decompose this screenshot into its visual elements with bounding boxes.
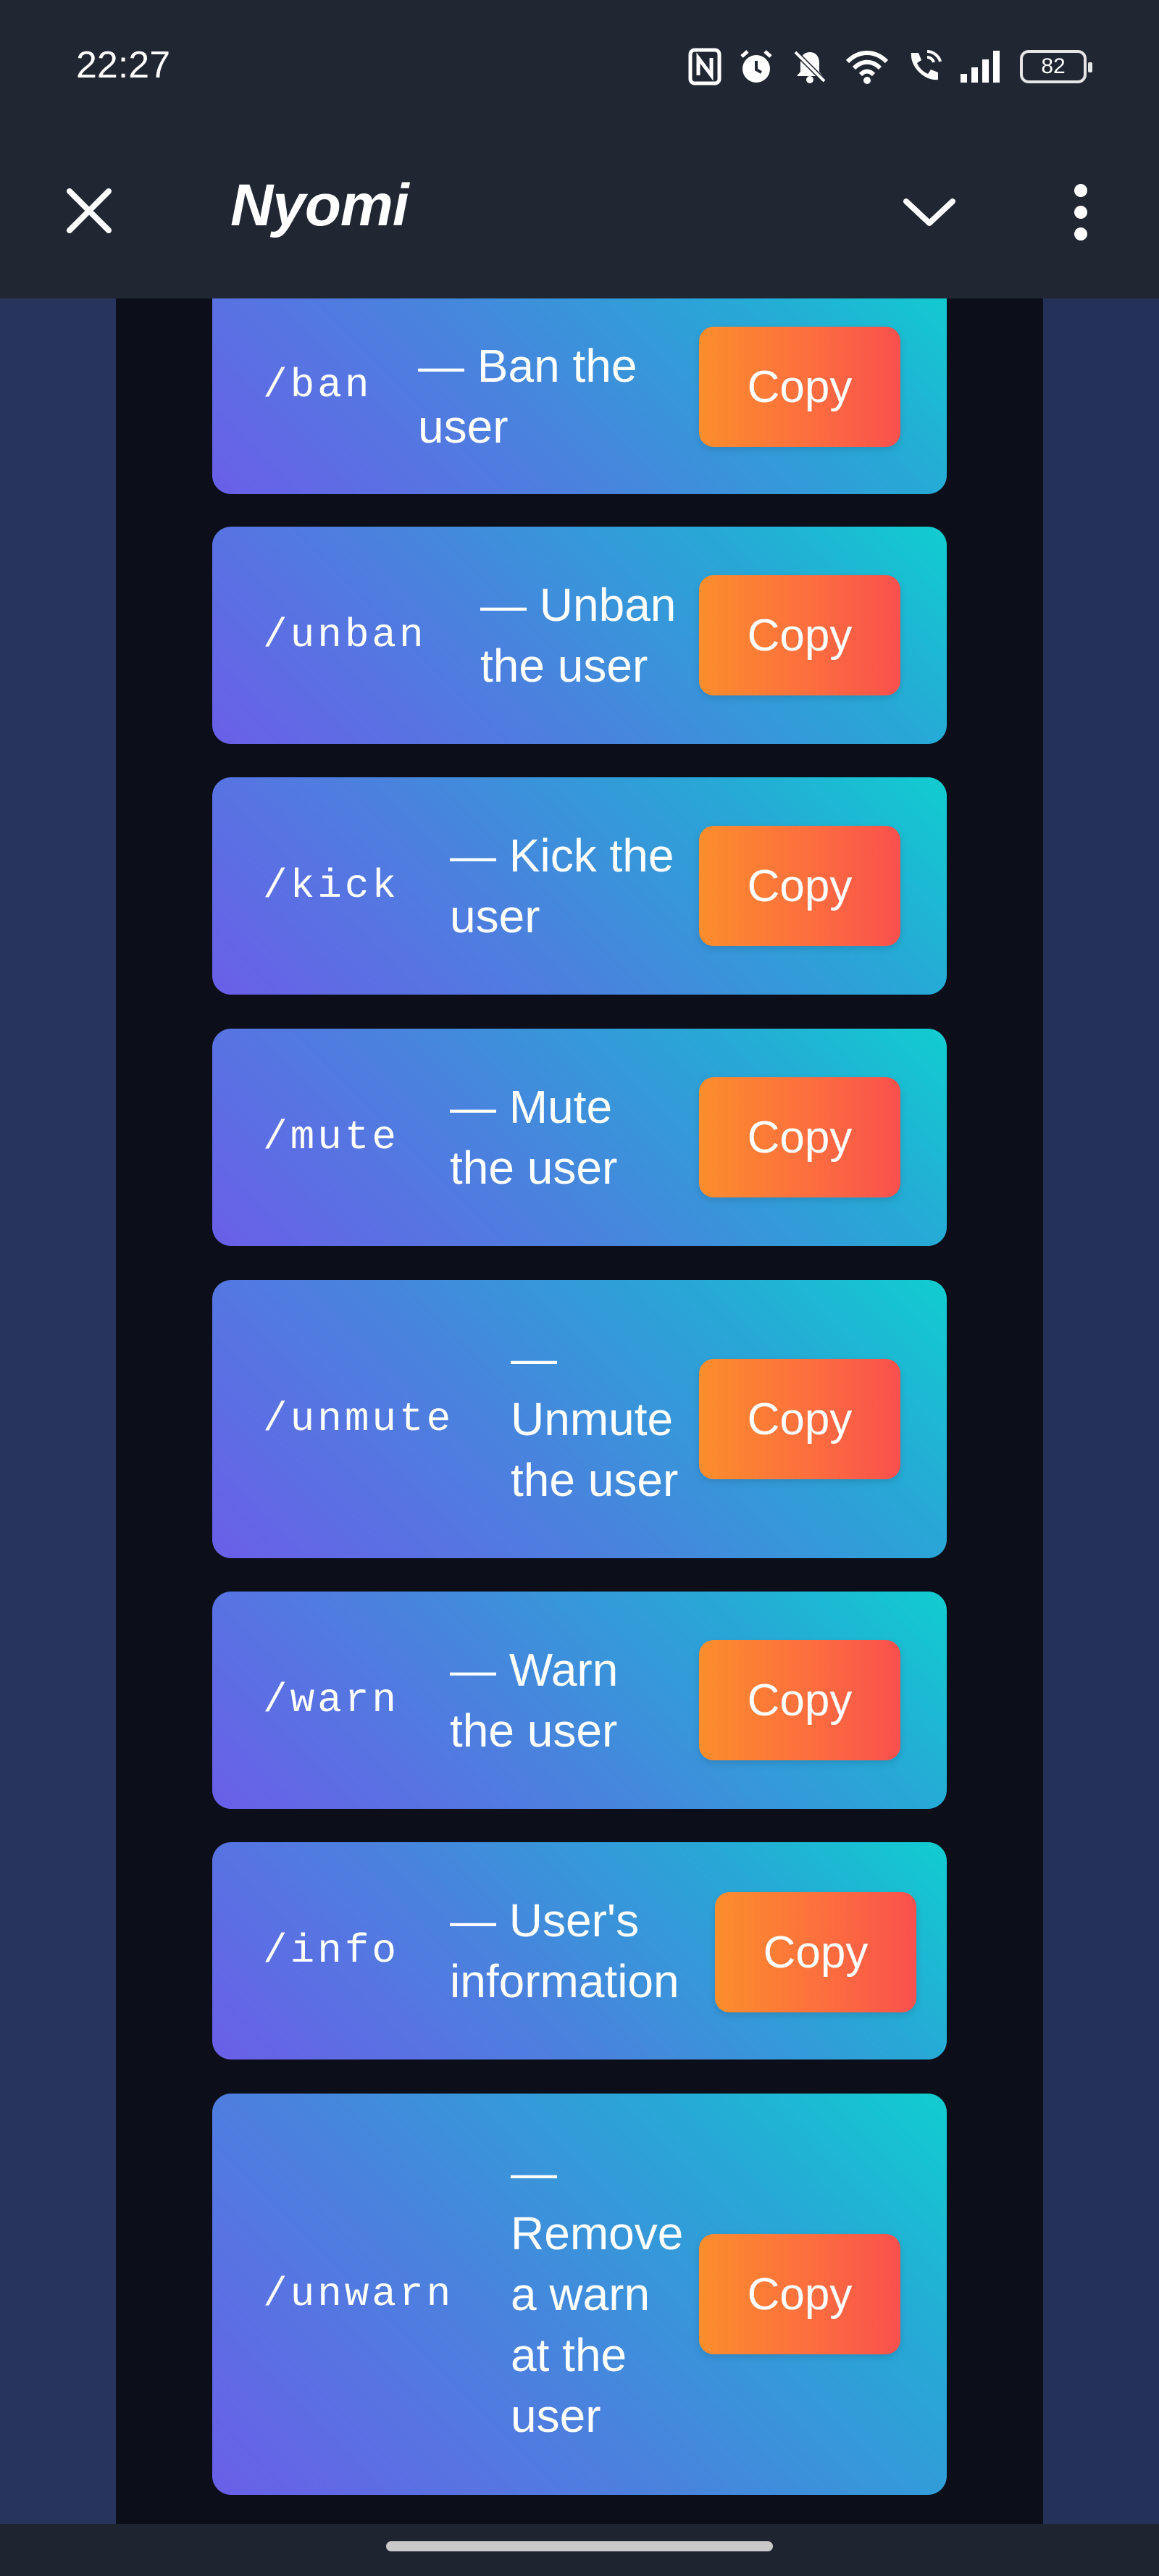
copy-button[interactable]: Copy — [699, 2234, 900, 2354]
wifi-call-icon — [905, 49, 943, 85]
status-icons: 82 — [688, 45, 1092, 88]
command-text: /mute — [263, 1114, 400, 1161]
copy-button[interactable]: Copy — [699, 327, 900, 447]
alarm-icon — [737, 48, 775, 85]
command-description: — Ban the user — [418, 340, 637, 453]
command-card-ban: /ban — Ban the user Copy — [212, 298, 947, 494]
command-text: /unwarn — [263, 2271, 454, 2317]
copy-button[interactable]: Copy — [715, 1892, 916, 2012]
command-text: /warn — [263, 1677, 400, 1723]
command-card-unmute: /unmute — Unmute the user Copy — [212, 1280, 947, 1558]
app-title: Nyomi — [230, 172, 409, 238]
copy-button[interactable]: Copy — [699, 575, 900, 695]
command-description: — Kick the user — [450, 829, 674, 942]
copy-button[interactable]: Copy — [699, 1640, 900, 1760]
home-indicator[interactable] — [386, 2541, 773, 2551]
command-card-unwarn: /unwarn — Remove a warn at the user Copy — [212, 2094, 947, 2495]
command-card-mute: /mute — Mute the user Copy — [212, 1029, 947, 1246]
command-text: /unban — [263, 612, 427, 658]
close-button[interactable] — [58, 181, 120, 243]
command-description: — Unban the user — [480, 579, 677, 692]
more-options-button[interactable] — [1052, 174, 1110, 254]
nfc-icon — [688, 48, 721, 85]
command-description: — Warn the user — [450, 1644, 619, 1757]
more-vert-icon — [1072, 183, 1089, 245]
command-card-warn: /warn — Warn the user Copy — [212, 1592, 947, 1809]
system-nav-bar — [0, 2524, 1159, 2576]
status-bar: 22:27 82 — [0, 0, 1159, 134]
command-description: — Mute the user — [450, 1081, 618, 1194]
command-text: /ban — [263, 362, 372, 409]
command-card-kick: /kick — Kick the user Copy — [212, 777, 947, 995]
signal-icon — [959, 49, 1004, 84]
mute-icon — [791, 48, 829, 85]
commands-panel: /ban — Ban the user Copy /unban — Unban th… — [116, 298, 1043, 2524]
command-text: /kick — [263, 863, 400, 909]
command-description: — User's information — [450, 1894, 679, 2007]
chevron-down-icon — [902, 196, 957, 233]
collapse-button[interactable] — [897, 181, 962, 246]
copy-button[interactable]: Copy — [699, 1359, 900, 1479]
content-area: /ban — Ban the user Copy /unban — Unban th… — [0, 298, 1159, 2524]
command-text: /info — [263, 1928, 400, 1974]
copy-button[interactable]: Copy — [699, 1077, 900, 1197]
copy-button[interactable]: Copy — [699, 826, 900, 946]
command-description: — Unmute the user — [511, 1332, 679, 1506]
command-description: — Remove a warn at the user — [511, 2146, 684, 2442]
command-card-unban: /unban — Unban the user Copy — [212, 527, 947, 744]
close-icon — [65, 187, 113, 238]
command-card-info: /info — User's information Copy — [212, 1842, 947, 2059]
app-bar: Nyomi — [0, 134, 1159, 298]
command-text: /unmute — [263, 1396, 454, 1442]
wifi-icon — [845, 49, 890, 85]
status-time: 22:27 — [76, 44, 171, 86]
battery-icon: 82 — [1020, 50, 1092, 83]
